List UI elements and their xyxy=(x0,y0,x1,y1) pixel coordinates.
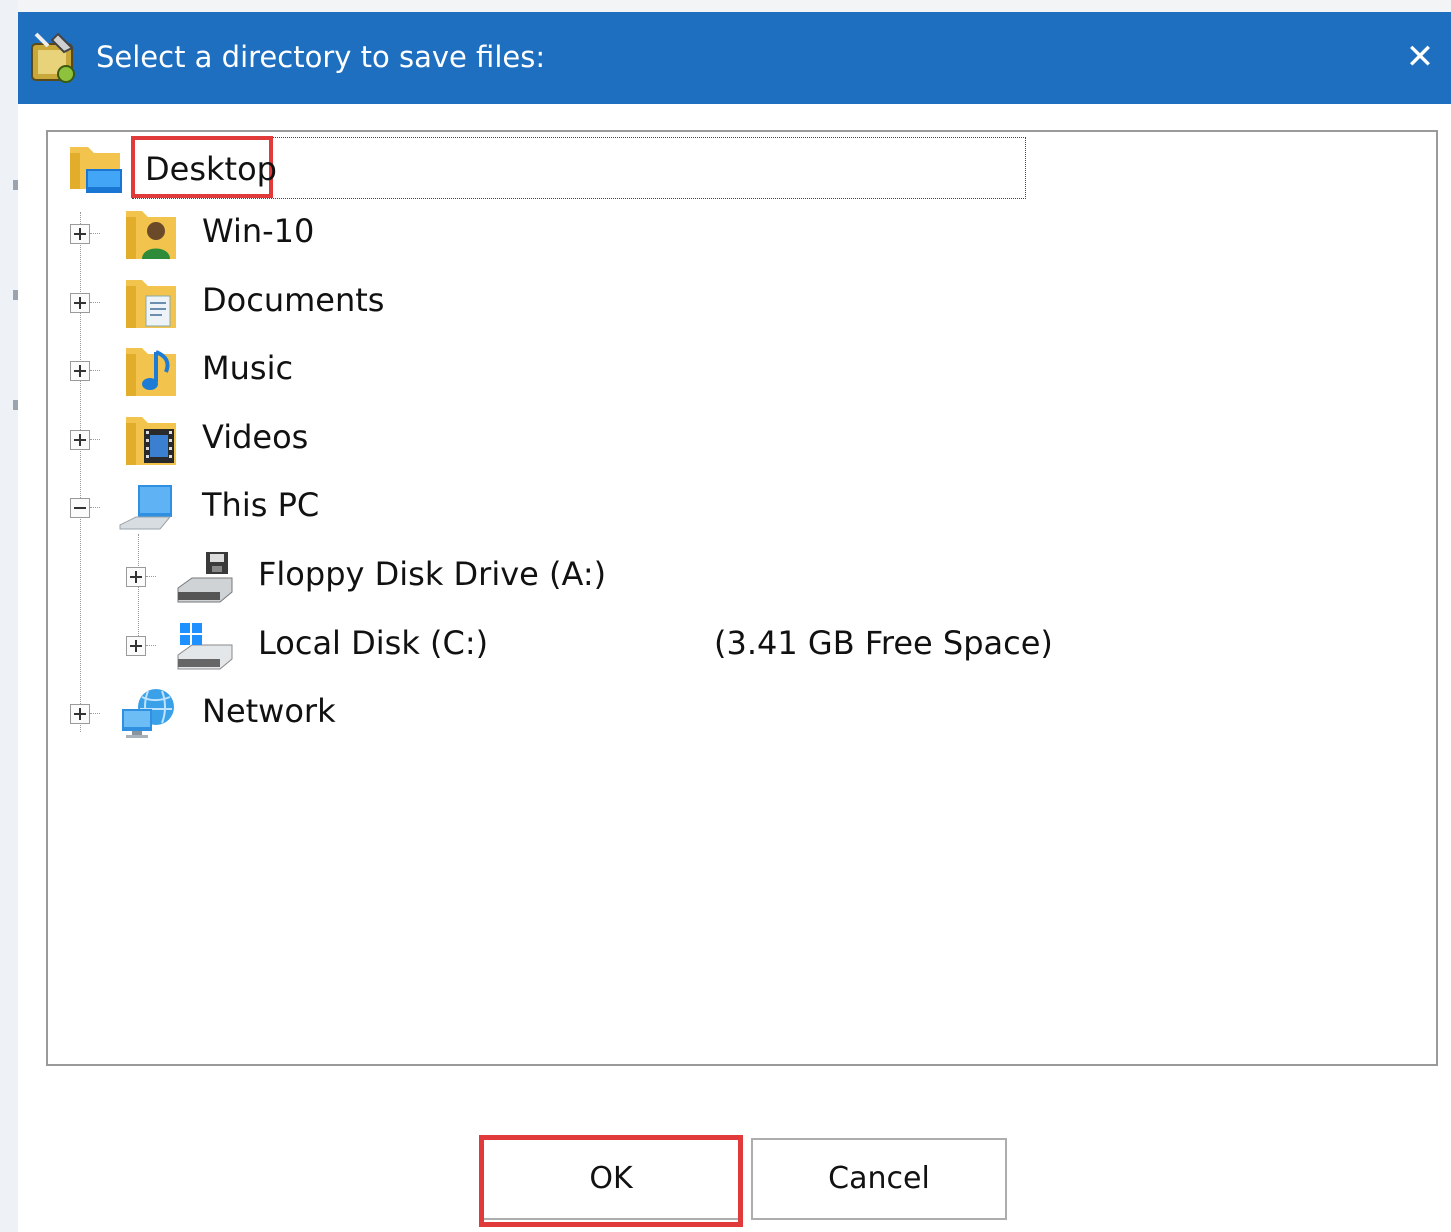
app-icon xyxy=(31,32,75,83)
ok-highlight xyxy=(479,1135,743,1227)
background-window-edge xyxy=(0,0,1451,12)
expand-toggle[interactable] xyxy=(70,293,90,313)
close-button[interactable]: ✕ xyxy=(1395,32,1445,82)
local-disk-icon xyxy=(177,623,233,670)
tree-item-label: This PC xyxy=(202,486,320,524)
tree-item-desktop[interactable]: Desktop xyxy=(48,132,1048,199)
tree-item-label: Desktop xyxy=(145,150,277,188)
tree-item-label: Documents xyxy=(202,281,385,319)
tree-item-documents[interactable]: Documents xyxy=(48,269,648,335)
tree-item-local-disk-c[interactable]: Local Disk (C:) (3.41 GB Free Space) xyxy=(48,612,1053,678)
tree-item-label: Network xyxy=(202,692,336,730)
tree-item-label: Floppy Disk Drive (A:) xyxy=(258,555,607,593)
tree-item-this-pc[interactable]: This PC xyxy=(48,474,648,540)
title-bar[interactable]: Select a directory to save files: ✕ xyxy=(18,12,1451,104)
select-directory-dialog: Select a directory to save files: ✕ Desk… xyxy=(18,12,1451,1232)
dialog-title: Select a directory to save files: xyxy=(96,40,546,74)
tree-item-network[interactable]: Network xyxy=(48,680,648,746)
ok-button[interactable]: OK xyxy=(479,1135,743,1227)
background-window-edge-left xyxy=(0,0,18,1232)
videos-folder-icon xyxy=(126,417,176,465)
tree-item-label: Music xyxy=(202,349,294,387)
cancel-button[interactable]: Cancel xyxy=(751,1138,1007,1220)
expand-toggle[interactable] xyxy=(126,636,146,656)
expand-toggle[interactable] xyxy=(70,704,90,724)
expand-toggle[interactable] xyxy=(70,430,90,450)
tree-item-win-10[interactable]: Win-10 xyxy=(48,200,648,266)
tree-item-label: Videos xyxy=(202,418,309,456)
free-space-text: (3.41 GB Free Space) xyxy=(714,624,1053,662)
desktop-label-box: Desktop xyxy=(131,136,1026,199)
cancel-button-label: Cancel xyxy=(828,1161,930,1196)
user-folder-icon xyxy=(126,211,176,259)
desktop-folder-icon xyxy=(70,147,122,193)
collapse-toggle[interactable] xyxy=(70,498,90,518)
documents-folder-icon xyxy=(126,280,176,328)
tree-item-music[interactable]: Music xyxy=(48,337,648,403)
floppy-drive-icon xyxy=(177,552,233,603)
tree-item-floppy-disk-drive[interactable]: Floppy Disk Drive (A:) xyxy=(48,543,748,609)
expand-toggle[interactable] xyxy=(126,567,146,587)
folder-tree[interactable]: Desktop Win-10 Documents Music Videos Th… xyxy=(46,130,1438,1066)
music-folder-icon xyxy=(126,348,176,396)
network-icon xyxy=(122,689,174,738)
computer-icon xyxy=(119,485,172,530)
tree-item-videos[interactable]: Videos xyxy=(48,406,648,472)
expand-toggle[interactable] xyxy=(70,361,90,381)
tree-item-label: Win-10 xyxy=(202,212,315,250)
expand-toggle[interactable] xyxy=(70,224,90,244)
tree-item-label: Local Disk (C:) xyxy=(258,624,489,662)
